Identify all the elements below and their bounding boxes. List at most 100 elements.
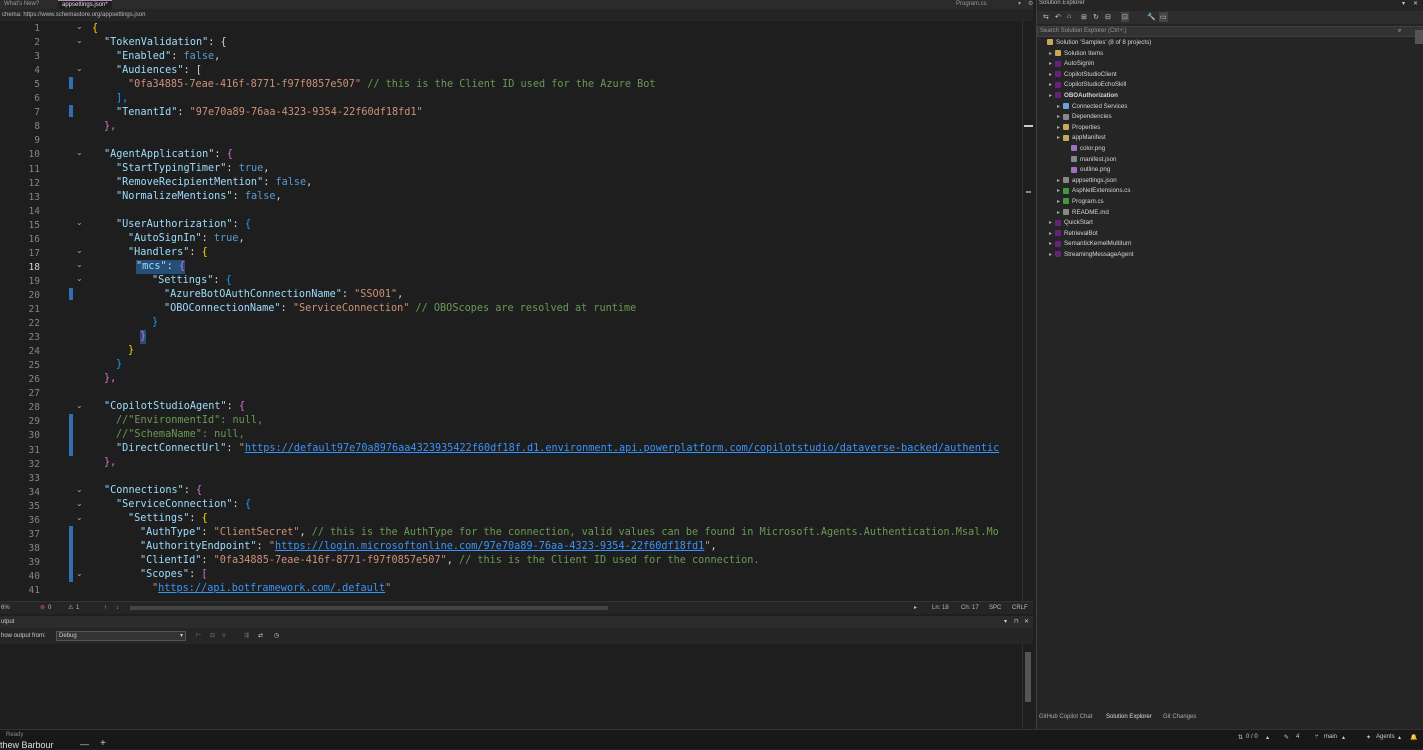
word-wrap-icon[interactable]: ⇶ <box>244 628 249 644</box>
pin-icon[interactable]: ⊓ <box>1014 616 1019 628</box>
show-all-files-icon[interactable]: ⊡ <box>1121 12 1129 22</box>
spacing-indicator[interactable]: SPC <box>989 602 1001 614</box>
agents-icon[interactable]: ✦ <box>1366 734 1371 741</box>
agents-label[interactable]: Agents <box>1376 734 1395 740</box>
solution-tree-item[interactable]: manifest.json <box>1065 155 1116 166</box>
line-ending-indicator[interactable]: CRLF <box>1012 602 1028 614</box>
fold-chevron-icon[interactable]: ⌄ <box>76 36 83 45</box>
solution-tree-item[interactable]: ▸ SemanticKernelMultiturn <box>1049 239 1131 250</box>
tab-git-changes[interactable]: Git Changes <box>1163 714 1196 720</box>
clear-icon[interactable]: ⊟ <box>210 628 215 644</box>
fold-chevron-icon[interactable]: ⌄ <box>76 148 83 157</box>
tab-github-copilot-chat[interactable]: GitHub Copilot Chat <box>1039 714 1092 720</box>
fold-chevron-icon[interactable]: ⌄ <box>76 64 83 73</box>
fold-chevron-icon[interactable]: ⌄ <box>76 499 83 508</box>
warning-count[interactable]: 1 <box>76 602 79 614</box>
git-dropdown-icon[interactable]: ▴ <box>1266 734 1269 741</box>
collapse-all-icon[interactable]: ⊟ <box>1105 13 1111 21</box>
solution-tree-item[interactable]: ▸ OBOAuthorization <box>1049 91 1118 102</box>
project-icon <box>1055 230 1061 237</box>
output-scrollbar[interactable] <box>1022 644 1033 730</box>
home-icon[interactable]: ⌂ <box>1067 13 1071 20</box>
tab-whats-new[interactable]: What's New? <box>0 0 43 9</box>
solution-tree-item[interactable]: ▸ Program.cs <box>1057 197 1104 208</box>
branch-icon[interactable]: ⑂ <box>1315 734 1319 740</box>
fold-chevron-icon[interactable]: ⌄ <box>76 274 83 283</box>
zoom-level[interactable]: 6% <box>1 602 10 614</box>
panel-dropdown-icon[interactable]: ▾ <box>1402 0 1405 7</box>
find-icon[interactable]: ⊢ <box>196 628 201 644</box>
fold-chevron-icon[interactable]: ⌄ <box>76 260 83 269</box>
solution-scroll-thumb[interactable] <box>1415 30 1423 44</box>
output-content[interactable] <box>0 644 1033 730</box>
clear-all-icon[interactable]: ≡ <box>222 628 226 644</box>
minimize-icon[interactable]: — <box>80 739 89 749</box>
solution-tree-item[interactable]: ▸ CopilotStudioClient <box>1049 70 1117 81</box>
git-sync-icon[interactable]: ⇅ <box>1238 734 1243 741</box>
solution-tree-item[interactable]: ▸ QuickStart <box>1049 218 1093 229</box>
fold-chevron-icon[interactable]: ⌄ <box>76 22 83 31</box>
sync-icon[interactable]: ⇆ <box>1043 13 1049 21</box>
solution-tree-item[interactable]: ▸ Connected Services <box>1057 102 1127 113</box>
fold-chevron-icon[interactable]: ⌄ <box>76 246 83 255</box>
pencil-count[interactable]: 4 <box>1296 734 1299 740</box>
warning-icon[interactable]: ⚠ <box>68 602 73 614</box>
solution-tree-item[interactable]: ▸ appsettings.json <box>1057 176 1117 187</box>
fold-chevron-icon[interactable]: ⌄ <box>76 485 83 494</box>
editor-vertical-scrollbar[interactable] <box>1022 21 1033 601</box>
solution-tree-item[interactable]: ▸ Dependencies <box>1057 112 1112 123</box>
solution-tree-item[interactable]: ▸ CopilotStudioEchoSkill <box>1049 80 1126 91</box>
line-number: 2 <box>34 37 40 49</box>
solution-tree-item[interactable]: ▸ RetrievalBot <box>1049 229 1098 240</box>
solution-search-box[interactable]: Search Solution Explorer (Ctrl+;) ⌕ <box>1037 26 1423 37</box>
solution-tree-item[interactable]: ▸ AutoSignIn <box>1049 59 1094 70</box>
solution-tree-item[interactable]: ▸ appManifest <box>1057 133 1106 144</box>
nav-down-icon[interactable]: ↓ <box>116 602 119 614</box>
code-line-11: "StartTypingTimer": true, <box>116 163 270 174</box>
add-icon[interactable]: + <box>100 738 106 749</box>
preview-icon[interactable]: ▭ <box>1159 12 1168 22</box>
agents-dropdown-icon[interactable]: ▴ <box>1398 734 1401 741</box>
horizontal-scrollbar[interactable] <box>130 606 608 610</box>
solution-tree-label: Dependencies <box>1072 113 1112 121</box>
tab-appsettings[interactable]: appsettings.json* <box>58 0 112 9</box>
solution-tree-item[interactable]: ▸ README.md <box>1057 208 1109 219</box>
notifications-icon[interactable]: 🔔 <box>1410 734 1417 741</box>
close-icon[interactable]: ✕ <box>1413 0 1418 7</box>
solution-tree-item[interactable]: ▸ Solution Items <box>1049 49 1103 60</box>
fold-chevron-icon[interactable]: ⌄ <box>76 569 83 578</box>
error-icon[interactable]: ⊗ <box>40 602 45 614</box>
line-number: 4 <box>34 65 40 77</box>
solution-tree-item[interactable]: ▸ Properties <box>1057 123 1100 134</box>
error-count[interactable]: 0 <box>48 602 51 614</box>
solution-tree-item[interactable]: Solution 'Samples' (8 of 8 projects) <box>1041 38 1151 49</box>
branch-dropdown-icon[interactable]: ▴ <box>1342 734 1345 741</box>
fold-chevron-icon[interactable]: ⌄ <box>76 218 83 227</box>
timer-icon[interactable]: ◷ <box>274 628 279 644</box>
solution-tree-item[interactable]: ▸ AspNetExtensions.cs <box>1057 186 1130 197</box>
branch-name[interactable]: main <box>1324 734 1337 740</box>
switch-views-icon[interactable]: ⊞ <box>1081 13 1087 21</box>
code-editor[interactable]: 1 2 3 4 5 6 7 8 9 10 11 12 13 14 15 16 17 18 19 20 21 22 23 24 2… <box>0 21 1022 601</box>
pending-changes-icon[interactable]: ↻ <box>1093 13 1099 21</box>
solution-tree-item[interactable]: outline.png <box>1065 165 1110 176</box>
fold-chevron-icon[interactable]: ⌄ <box>76 513 83 522</box>
output-source-select[interactable]: Debug ▾ <box>56 631 186 641</box>
tab-solution-explorer[interactable]: Solution Explorer <box>1106 714 1152 720</box>
pencil-icon[interactable]: ✎ <box>1284 734 1289 741</box>
git-count[interactable]: 0 / 0 <box>1246 734 1258 740</box>
output-scroll-thumb[interactable] <box>1025 652 1031 702</box>
solution-tree-item[interactable]: color.png <box>1065 144 1105 155</box>
tab-program-cs[interactable]: Program.cs <box>952 0 991 9</box>
back-icon[interactable]: ↶ <box>1055 13 1061 21</box>
properties-wrench-icon[interactable]: 🔧 <box>1147 13 1156 21</box>
close-icon[interactable]: ✕ <box>1024 616 1029 628</box>
fold-chevron-icon[interactable]: ⌄ <box>76 401 83 410</box>
output-dropdown-icon[interactable]: ▾ <box>1004 616 1007 628</box>
schema-url[interactable]: https://www.schemastore.org/appsettings.… <box>23 12 145 18</box>
nav-up-icon[interactable]: ↑ <box>104 602 107 614</box>
solution-tree-item[interactable]: ▸ StreamingMessageAgent <box>1049 250 1133 261</box>
scroll-right-icon[interactable]: ▸ <box>914 602 917 614</box>
code-line-30: //"SchemaName": null, <box>116 429 245 440</box>
toggle-icon[interactable]: ⇄ <box>258 628 263 644</box>
